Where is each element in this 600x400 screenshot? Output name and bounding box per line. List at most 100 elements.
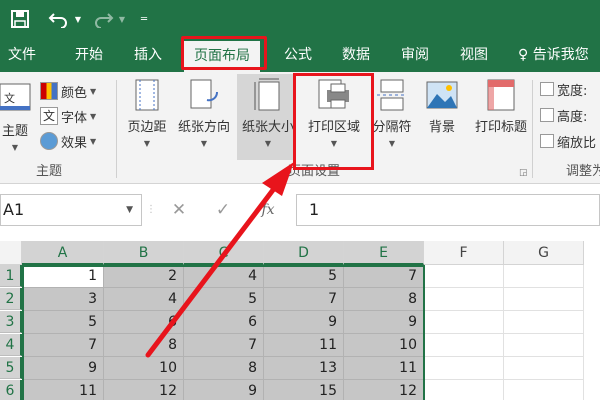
- tab-insert[interactable]: 插入: [134, 38, 162, 72]
- cell-f4[interactable]: [424, 334, 504, 357]
- print-area-label: 打印区域: [307, 120, 360, 135]
- cell-a3[interactable]: 5: [22, 311, 104, 334]
- select-all-corner[interactable]: [0, 241, 22, 265]
- row-header-6[interactable]: 6: [0, 380, 22, 400]
- cell-g6[interactable]: [504, 380, 584, 400]
- cell-c5[interactable]: 8: [184, 357, 264, 380]
- breaks-button[interactable]: 分隔符 ▼: [366, 74, 418, 148]
- row-header-4[interactable]: 4: [0, 334, 22, 356]
- insert-function-icon[interactable]: fx: [250, 194, 286, 226]
- cell-g3[interactable]: [504, 311, 584, 334]
- height-control[interactable]: 高度:: [540, 104, 587, 126]
- cell-c4[interactable]: 7: [184, 334, 264, 357]
- column-header-b[interactable]: B: [104, 241, 184, 265]
- cell-e3[interactable]: 9: [344, 311, 424, 334]
- row-header-3[interactable]: 3: [0, 311, 22, 333]
- cell-b2[interactable]: 4: [104, 288, 184, 311]
- cell-g1[interactable]: [504, 265, 584, 288]
- cancel-icon[interactable]: ✕: [164, 194, 194, 226]
- tell-me-search[interactable]: ♀ 告诉我您: [518, 38, 589, 72]
- themes-button[interactable]: 文 主题 ▼: [0, 78, 34, 152]
- row-header-1[interactable]: 1: [0, 265, 22, 287]
- undo-icon[interactable]: [46, 6, 72, 32]
- chevron-down-icon: ▼: [143, 139, 151, 148]
- cell-c6[interactable]: 9: [184, 380, 264, 400]
- worksheet-grid[interactable]: ABCDEFG 1 1 2 4 5 7 2 3 4 5 7 8 3 5 6 6 9 9 4 7 8 7 11 10 5 9 10 8 1…: [0, 241, 600, 400]
- cell-a1[interactable]: 1: [22, 265, 104, 288]
- redo-dropdown-icon[interactable]: ▼: [116, 6, 128, 32]
- cell-e4[interactable]: 10: [344, 334, 424, 357]
- colors-button[interactable]: 颜色 ▼: [40, 80, 96, 102]
- effects-button[interactable]: 效果 ▼: [40, 130, 96, 152]
- column-header-f[interactable]: F: [424, 241, 504, 265]
- cell-f5[interactable]: [424, 357, 504, 380]
- tab-formulas[interactable]: 公式: [284, 38, 312, 72]
- cell-g4[interactable]: [504, 334, 584, 357]
- formula-bar-grip-icon[interactable]: ⋮: [146, 194, 156, 226]
- margins-button[interactable]: 页边距 ▼: [122, 74, 172, 148]
- tab-home[interactable]: 开始: [75, 38, 103, 72]
- cell-d6[interactable]: 15: [264, 380, 344, 400]
- cell-f6[interactable]: [424, 380, 504, 400]
- cell-g5[interactable]: [504, 357, 584, 380]
- tab-file[interactable]: 文件: [8, 38, 36, 72]
- cell-c1[interactable]: 4: [184, 265, 264, 288]
- cell-e6[interactable]: 12: [344, 380, 424, 400]
- chevron-down-icon: ▼: [90, 111, 97, 121]
- name-box-value: A1: [3, 200, 25, 219]
- print-titles-label: 打印标题: [474, 120, 527, 135]
- cell-d4[interactable]: 11: [264, 334, 344, 357]
- name-box[interactable]: A1 ▼: [0, 194, 142, 226]
- cell-a5[interactable]: 9: [22, 357, 104, 380]
- colors-icon: [40, 82, 58, 100]
- redo-icon[interactable]: [90, 6, 116, 32]
- size-button[interactable]: 纸张大小 ▼: [237, 74, 299, 148]
- background-button[interactable]: 背景: [421, 74, 463, 135]
- fonts-button[interactable]: 文 字体 ▼: [40, 105, 96, 127]
- formula-input[interactable]: 1: [296, 194, 600, 226]
- tab-review[interactable]: 审阅: [401, 38, 429, 72]
- cell-b3[interactable]: 6: [104, 311, 184, 334]
- column-header-d[interactable]: D: [264, 241, 344, 265]
- cell-d5[interactable]: 13: [264, 357, 344, 380]
- row-header-2[interactable]: 2: [0, 288, 22, 310]
- column-header-a[interactable]: A: [22, 241, 104, 265]
- cell-c3[interactable]: 6: [184, 311, 264, 334]
- cell-d1[interactable]: 5: [264, 265, 344, 288]
- cell-c2[interactable]: 5: [184, 288, 264, 311]
- tab-page-layout[interactable]: 页面布局: [184, 41, 260, 72]
- orientation-button[interactable]: 纸张方向 ▼: [172, 74, 236, 148]
- dialog-launcher-icon[interactable]: ◲: [519, 168, 528, 178]
- cell-f3[interactable]: [424, 311, 504, 334]
- cell-a2[interactable]: 3: [22, 288, 104, 311]
- enter-icon[interactable]: ✓: [208, 194, 238, 226]
- cell-b1[interactable]: 2: [104, 265, 184, 288]
- print-area-button[interactable]: 打印区域 ▼: [299, 74, 369, 148]
- print-titles-button[interactable]: 打印标题: [466, 74, 536, 135]
- cell-b5[interactable]: 10: [104, 357, 184, 380]
- width-control[interactable]: 宽度:: [540, 78, 587, 100]
- cell-a6[interactable]: 11: [22, 380, 104, 400]
- cell-e5[interactable]: 11: [344, 357, 424, 380]
- undo-dropdown-icon[interactable]: ▼: [72, 6, 84, 32]
- column-header-c[interactable]: C: [184, 241, 264, 265]
- tab-view[interactable]: 视图: [460, 38, 488, 72]
- customize-qat-icon[interactable]: ═: [136, 6, 152, 32]
- height-icon: [540, 108, 554, 122]
- scale-control[interactable]: 缩放比: [540, 130, 596, 152]
- column-header-e[interactable]: E: [344, 241, 424, 265]
- cell-b6[interactable]: 12: [104, 380, 184, 400]
- column-header-g[interactable]: G: [504, 241, 584, 265]
- row-header-5[interactable]: 5: [0, 357, 22, 379]
- cell-d3[interactable]: 9: [264, 311, 344, 334]
- tab-data[interactable]: 数据: [342, 38, 370, 72]
- save-icon[interactable]: [8, 6, 32, 32]
- cell-d2[interactable]: 7: [264, 288, 344, 311]
- cell-e1[interactable]: 7: [344, 265, 424, 288]
- cell-f2[interactable]: [424, 288, 504, 311]
- cell-b4[interactable]: 8: [104, 334, 184, 357]
- cell-f1[interactable]: [424, 265, 504, 288]
- cell-g2[interactable]: [504, 288, 584, 311]
- cell-e2[interactable]: 8: [344, 288, 424, 311]
- cell-a4[interactable]: 7: [22, 334, 104, 357]
